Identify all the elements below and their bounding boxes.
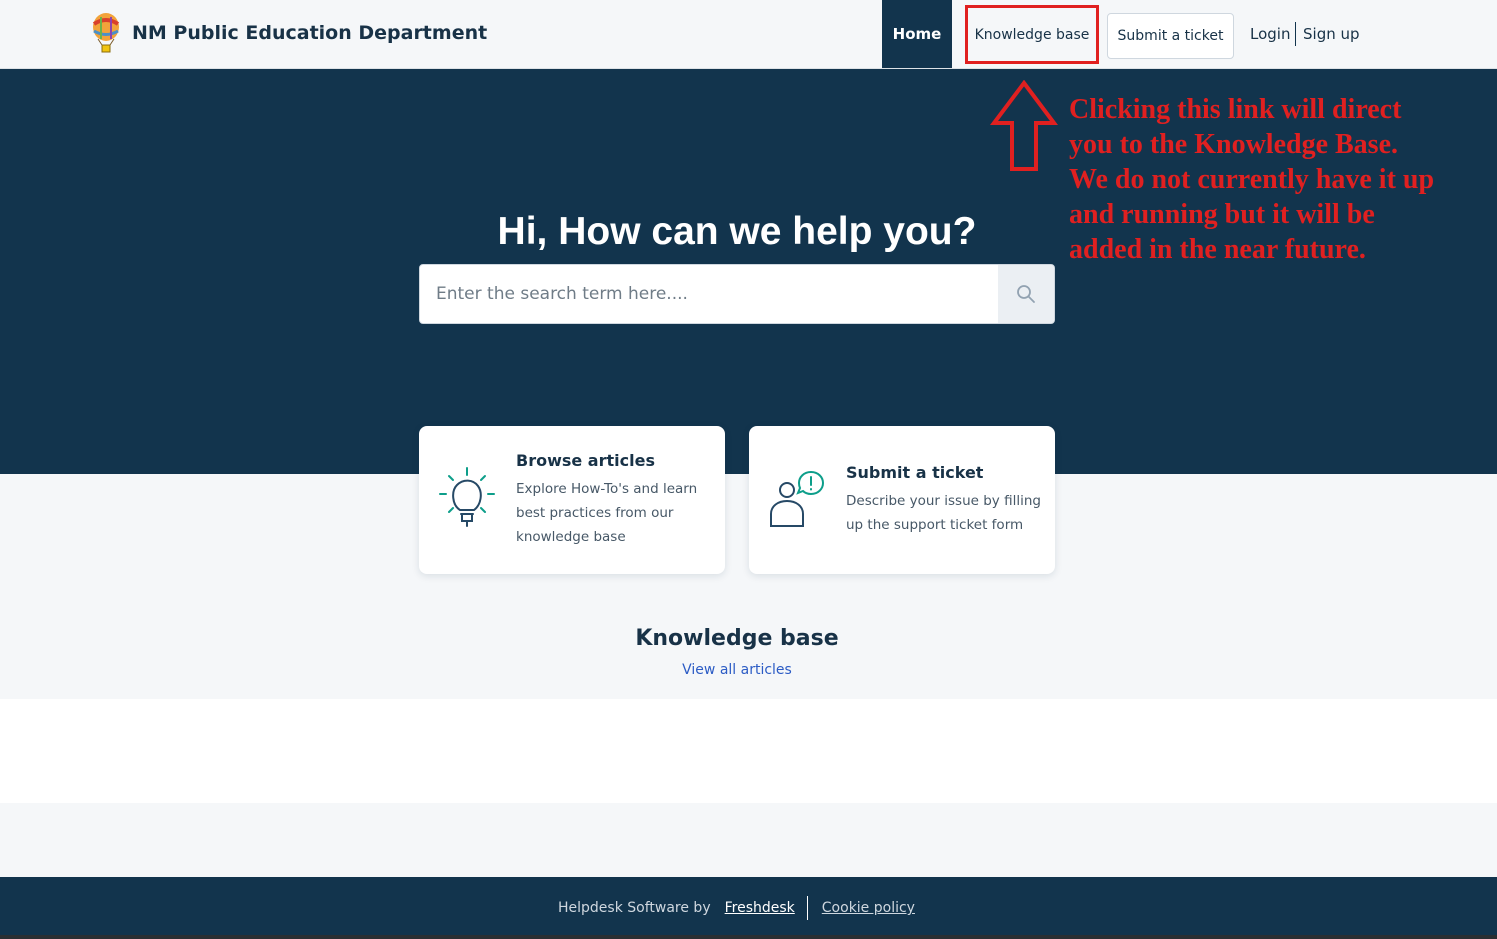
annotation-line: We do not currently have it up bbox=[1069, 164, 1435, 195]
user-alert-icon bbox=[770, 470, 825, 527]
annotation-text: Clicking this link will direct you to th… bbox=[1069, 92, 1479, 267]
login-link[interactable]: Login bbox=[1250, 25, 1290, 43]
nav-divider bbox=[1295, 22, 1296, 46]
annotation-highlight-box bbox=[965, 5, 1099, 64]
search-input[interactable] bbox=[420, 265, 999, 323]
footer-prefix-text: Helpdesk Software by bbox=[558, 900, 711, 916]
freshdesk-link[interactable]: Freshdesk bbox=[725, 900, 795, 916]
view-all-articles-link: View all articles bbox=[0, 662, 1474, 678]
page-footer: Helpdesk Software by Freshdesk Cookie po… bbox=[0, 877, 1497, 939]
annotation-line: added in the near future. bbox=[1069, 234, 1366, 265]
signup-link[interactable]: Sign up bbox=[1303, 25, 1360, 43]
annotation-line: and running but it will be bbox=[1069, 199, 1375, 230]
nav-home-tab[interactable]: Home bbox=[882, 0, 952, 68]
search-button[interactable] bbox=[998, 265, 1054, 323]
footer-bottom-border bbox=[0, 935, 1497, 939]
brand-name: NM Public Education Department bbox=[132, 22, 488, 44]
annotation-line: Clicking this link will direct bbox=[1069, 94, 1402, 125]
submit-ticket-description: Describe your issue by filling up the su… bbox=[846, 493, 1041, 533]
content-area bbox=[0, 699, 1497, 803]
browse-articles-card[interactable]: Browse articles Explore How-To's and lea… bbox=[419, 426, 725, 574]
submit-ticket-title: Submit a ticket bbox=[846, 463, 984, 482]
view-all-articles-text[interactable]: View all articles bbox=[682, 662, 792, 678]
nav-submit-ticket-button[interactable]: Submit a ticket bbox=[1107, 13, 1234, 59]
search-icon bbox=[1017, 285, 1035, 303]
browse-articles-description: Explore How-To's and learn best practice… bbox=[516, 481, 698, 545]
lightbulb-icon bbox=[439, 467, 495, 527]
browse-articles-title: Browse articles bbox=[516, 451, 655, 470]
search-box bbox=[419, 264, 1055, 324]
submit-ticket-card[interactable]: Submit a ticket Describe your issue by f… bbox=[749, 426, 1055, 574]
knowledge-base-heading: Knowledge base bbox=[635, 626, 839, 651]
top-header: NM Public Education Department Home Know… bbox=[0, 0, 1497, 69]
up-arrow-annotation-icon bbox=[990, 80, 1058, 171]
cookie-policy-link[interactable]: Cookie policy bbox=[822, 900, 915, 916]
annotation-line: you to the Knowledge Base. bbox=[1069, 129, 1398, 160]
footer-divider bbox=[806, 896, 808, 920]
balloon-logo-icon bbox=[92, 13, 120, 53]
brand[interactable]: NM Public Education Department bbox=[90, 12, 487, 54]
